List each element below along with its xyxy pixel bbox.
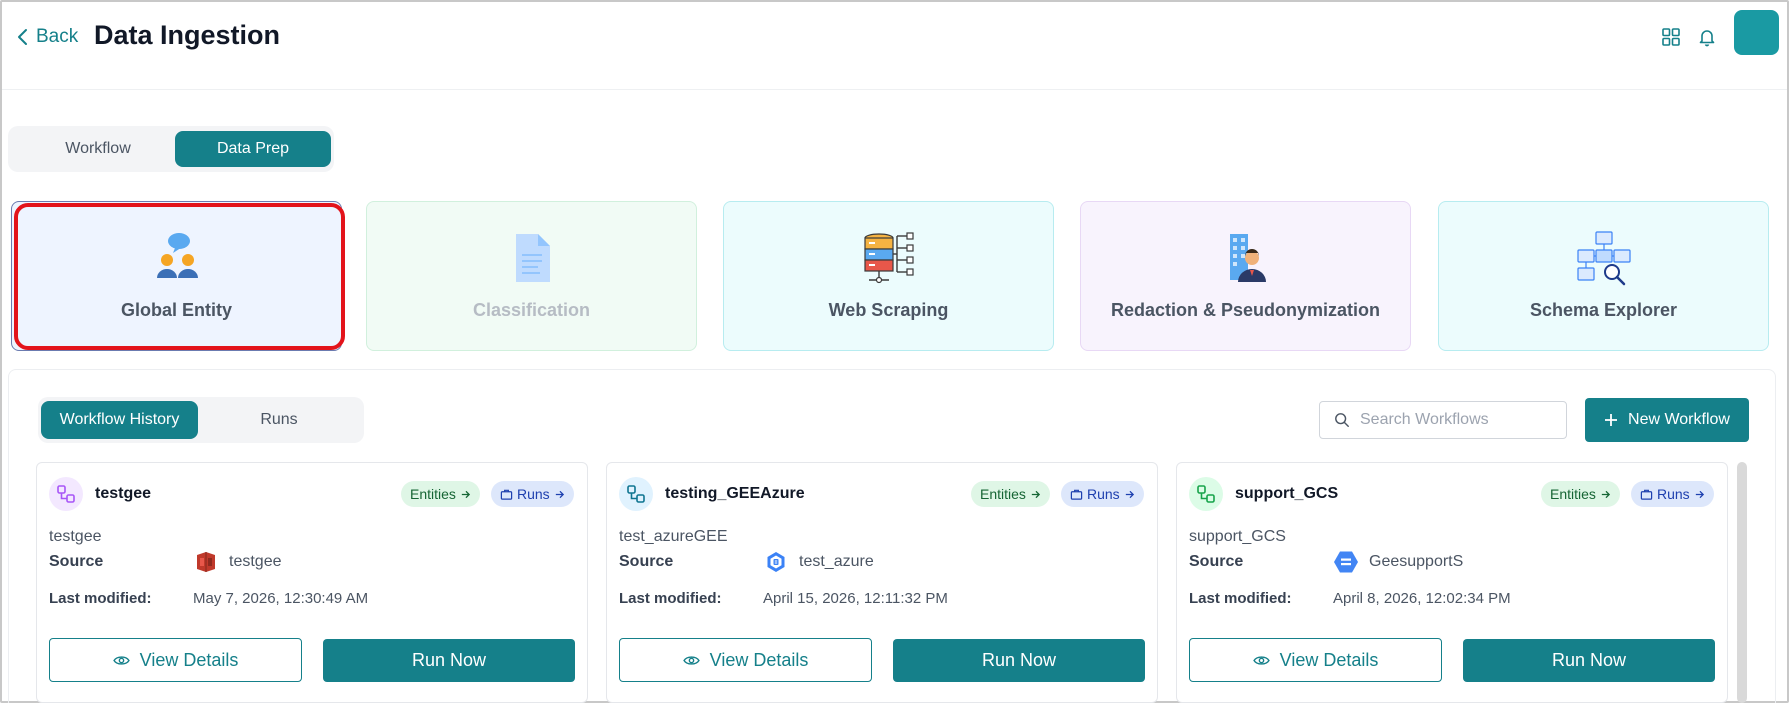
workflow-description: testgee — [49, 528, 102, 545]
bell-icon[interactable] — [1696, 26, 1718, 48]
search-icon — [1335, 413, 1349, 427]
runs-pill[interactable]: Runs — [491, 481, 574, 507]
last-modified-value: April 15, 2026, 12:11:32 PM — [763, 590, 948, 607]
run-now-button[interactable]: Run Now — [893, 639, 1145, 682]
view-details-button[interactable]: View Details — [619, 638, 872, 682]
arrow-right-icon — [1601, 490, 1610, 498]
runs-label: Runs — [517, 486, 550, 502]
source-label: Source — [1189, 553, 1244, 570]
workflow-description: test_azureGEE — [619, 528, 728, 545]
search-box[interactable] — [1319, 401, 1567, 439]
eye-icon — [682, 655, 700, 665]
workflow-description: support_GCS — [1189, 528, 1286, 545]
plus-icon — [1605, 414, 1618, 426]
feature-card-schema-explorer[interactable]: Schema Explorer — [1438, 201, 1769, 351]
search-input[interactable] — [1360, 411, 1550, 429]
eye-icon — [112, 655, 130, 665]
back-button[interactable]: Back — [16, 26, 78, 48]
workflow-icon — [49, 477, 83, 511]
tab-runs[interactable]: Runs — [203, 401, 355, 439]
schema-search-icon — [1439, 230, 1768, 286]
person-building-icon — [1081, 230, 1410, 286]
briefcase-icon — [500, 489, 513, 500]
briefcase-icon — [1070, 489, 1083, 500]
google-cloud-storage-icon — [1333, 549, 1359, 575]
workflow-card: support_GCS Entities Runs support_GCS So… — [1176, 462, 1728, 703]
arrow-right-icon — [461, 490, 470, 498]
grid-icon[interactable] — [1660, 26, 1682, 48]
workflow-title: testgee — [95, 485, 152, 502]
back-label: Back — [36, 26, 79, 47]
last-modified-value: April 8, 2026, 12:02:34 PM — [1333, 590, 1511, 607]
global-entity-icon — [12, 230, 341, 286]
arrow-right-icon — [1125, 490, 1134, 498]
amazon-s3-icon — [193, 549, 219, 575]
page-title: Data Ingestion — [94, 20, 281, 50]
briefcase-icon — [1640, 489, 1653, 500]
view-details-button[interactable]: View Details — [1189, 638, 1442, 682]
feature-card-redaction[interactable]: Redaction & Pseudonymization — [1080, 201, 1411, 351]
source-label: Source — [49, 553, 104, 570]
last-modified-label: Last modified: — [1189, 590, 1292, 607]
runs-pill[interactable]: Runs — [1631, 481, 1714, 507]
last-modified-label: Last modified: — [49, 590, 152, 607]
feature-label: Web Scraping — [828, 300, 949, 320]
scrollbar[interactable] — [1737, 462, 1747, 703]
entities-label: Entities — [980, 486, 1026, 502]
avatar[interactable] — [1734, 10, 1779, 55]
feature-card-classification[interactable]: Classification — [366, 201, 697, 351]
run-now-button[interactable]: Run Now — [323, 639, 575, 682]
mode-tabs: Workflow Data Prep — [8, 126, 334, 172]
entities-pill[interactable]: Entities — [401, 481, 480, 507]
workflow-card: testing_GEEAzure Entities Runs test_azur… — [606, 462, 1158, 703]
eye-icon — [1252, 655, 1270, 665]
runs-label: Runs — [1087, 486, 1120, 502]
entities-pill[interactable]: Entities — [1541, 481, 1620, 507]
arrow-right-icon — [555, 490, 564, 498]
view-details-label: View Details — [709, 649, 809, 670]
feature-card-web-scraping[interactable]: Web Scraping — [723, 201, 1054, 351]
last-modified-label: Last modified: — [619, 590, 722, 607]
feature-label: Global Entity — [120, 300, 232, 320]
source-name: testgee — [229, 553, 282, 570]
entities-pill[interactable]: Entities — [971, 481, 1050, 507]
runs-pill[interactable]: Runs — [1061, 481, 1144, 507]
tab-workflow[interactable]: Workflow — [14, 131, 182, 167]
feature-label: Classification — [472, 300, 591, 320]
workflow-card: testgee Entities Runs testgee Source tes… — [36, 462, 588, 703]
view-details-button[interactable]: View Details — [49, 638, 302, 682]
page-header: Back Data Ingestion — [2, 2, 1787, 90]
last-modified-value: May 7, 2026, 12:30:49 AM — [193, 590, 369, 607]
entities-label: Entities — [410, 486, 456, 502]
feature-label: Schema Explorer — [1529, 300, 1678, 320]
new-workflow-button[interactable]: New Workflow — [1585, 398, 1749, 442]
view-details-label: View Details — [139, 649, 239, 670]
workflow-title: testing_GEEAzure — [665, 485, 805, 502]
arrow-right-icon — [1031, 490, 1040, 498]
database-network-icon — [724, 230, 1053, 286]
view-details-label: View Details — [1279, 649, 1379, 670]
history-tabs: Workflow History Runs — [38, 397, 364, 443]
arrow-right-icon — [1695, 490, 1704, 498]
tab-workflow-history[interactable]: Workflow History — [41, 401, 198, 439]
document-icon — [367, 230, 696, 286]
runs-label: Runs — [1657, 486, 1690, 502]
workflow-icon — [1189, 477, 1223, 511]
source-label: Source — [619, 553, 674, 570]
source-name: test_azure — [799, 553, 874, 570]
source-name: GeesupportS — [1369, 553, 1464, 570]
chevron-left-icon — [18, 29, 27, 45]
tab-data-prep[interactable]: Data Prep — [175, 131, 331, 167]
workflow-icon — [619, 477, 653, 511]
workflow-title: support_GCS — [1235, 485, 1339, 502]
run-now-button[interactable]: Run Now — [1463, 639, 1715, 682]
feature-label: Redaction & Pseudonymization — [1110, 300, 1381, 320]
feature-card-global-entity[interactable]: Global Entity — [11, 201, 342, 351]
new-workflow-label: New Workflow — [1628, 411, 1730, 428]
entities-label: Entities — [1550, 486, 1596, 502]
azure-storage-icon — [763, 549, 789, 575]
